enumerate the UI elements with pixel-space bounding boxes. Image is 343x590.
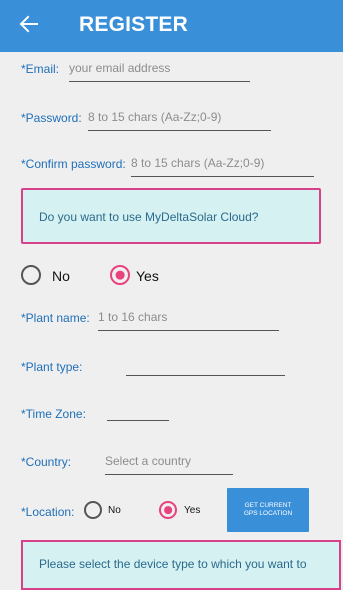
location-yes-radio[interactable]: [159, 501, 177, 519]
cloud-no-label[interactable]: No: [52, 268, 70, 284]
cloud-yes-label[interactable]: Yes: [136, 268, 159, 284]
location-no-label[interactable]: No: [108, 505, 121, 516]
page-title: REGISTER: [79, 13, 188, 36]
cloud-question-box: Do you want to use MyDeltaSolar Cloud?: [21, 188, 321, 244]
confirm-password-field[interactable]: 8 to 15 chars (Aa-Zz;0-9): [131, 155, 314, 177]
device-type-prompt-box: Please select the device type to which y…: [21, 540, 341, 590]
plant-type-label: *Plant type:: [21, 360, 83, 374]
app-bar: REGISTER: [0, 0, 343, 52]
arrow-left-icon[interactable]: [17, 12, 41, 36]
location-label: *Location:: [21, 505, 75, 519]
email-field[interactable]: your email address: [69, 60, 250, 82]
country-label: *Country:: [21, 455, 72, 469]
gps-button-line1: GET CURRENT: [244, 502, 292, 509]
password-field[interactable]: 8 to 15 chars (Aa-Zz;0-9): [88, 109, 271, 131]
get-gps-location-button[interactable]: GET CURRENT GPS LOCATION: [227, 488, 309, 532]
email-label: *Email:: [21, 62, 60, 76]
cloud-no-radio[interactable]: [21, 265, 41, 285]
password-label: *Password:: [21, 111, 82, 125]
plant-type-select[interactable]: [126, 354, 285, 376]
cloud-question-text: Do you want to use MyDeltaSolar Cloud?: [39, 210, 259, 224]
device-type-prompt-text: Please select the device type to which y…: [39, 557, 307, 571]
time-zone-label: *Time Zone:: [21, 407, 86, 421]
plant-name-field[interactable]: 1 to 16 chars: [98, 309, 279, 331]
location-yes-label[interactable]: Yes: [184, 505, 200, 516]
gps-button-line2: GPS LOCATION: [243, 510, 293, 517]
confirm-password-label: *Confirm password:: [21, 157, 126, 171]
plant-name-label: *Plant name:: [21, 311, 90, 325]
cloud-yes-radio[interactable]: [110, 265, 130, 285]
time-zone-select[interactable]: [107, 399, 169, 421]
country-select[interactable]: Select a country: [105, 453, 233, 475]
location-no-radio[interactable]: [84, 501, 102, 519]
